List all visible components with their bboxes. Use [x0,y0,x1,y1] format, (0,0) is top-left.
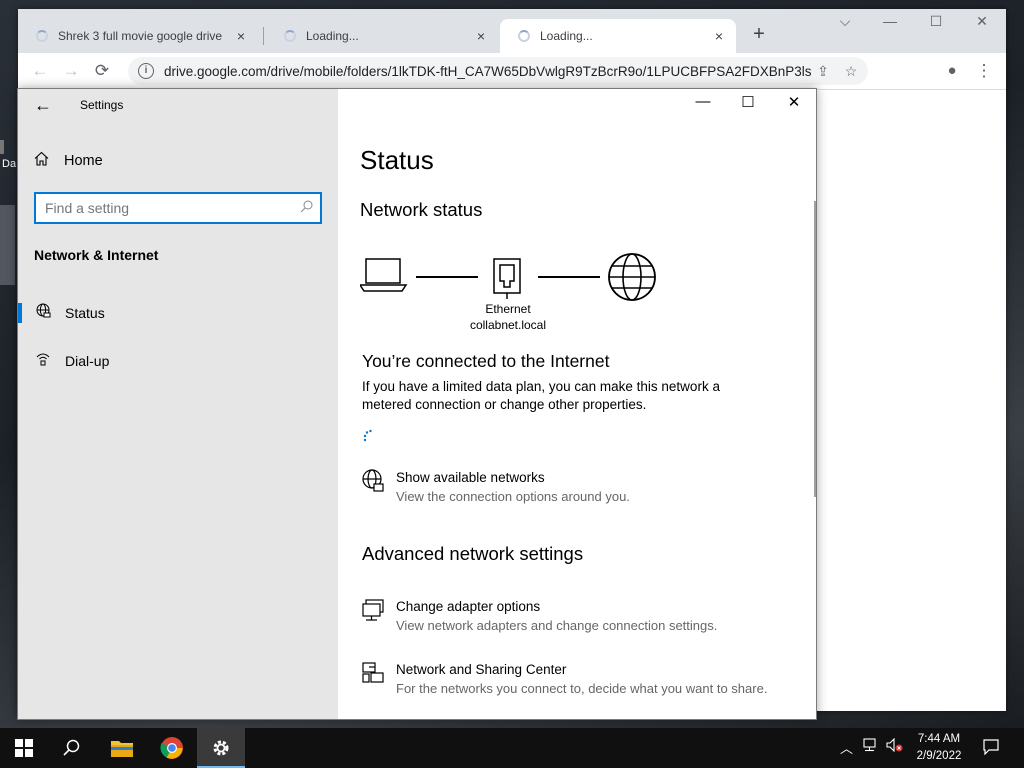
link-description: View the connection options around you. [396,489,630,504]
sidebar-item-label: Status [65,305,105,321]
sharing-center-icon [360,661,386,699]
chrome-maximize-button[interactable]: ☐ [916,13,956,30]
network-name: collabnet.local [469,318,547,332]
notification-center-icon[interactable] [983,739,999,758]
tab-shrek[interactable]: Shrek 3 full movie google drive × [18,19,258,53]
bookmark-star-icon[interactable]: ☆ [840,63,862,80]
link-description: For the networks you connect to, decide … [396,681,768,696]
link-title: Change adapter options [396,599,541,614]
change-adapter-options[interactable]: Change adapter options View network adap… [360,598,717,636]
share-icon[interactable]: ⇪ [812,63,834,80]
search-icon[interactable] [300,200,320,216]
gear-icon [213,740,229,756]
tab-title: Loading... [306,29,359,43]
home-icon [34,151,50,170]
home-label: Home [64,152,103,169]
sidebar-item-dialup[interactable]: Dial-up [18,341,338,381]
clock-time: 7:44 AM [917,733,961,745]
network-status-heading: Network status [360,199,483,220]
settings-search-box[interactable] [34,192,322,224]
dialup-icon [33,351,53,371]
taskbar: ︿ 7:44 AM 2/9/2022 [0,728,1024,768]
network-globe-icon [360,469,386,507]
connection-status-heading: You’re connected to the Internet [362,351,610,371]
network-tray-icon[interactable] [862,738,880,755]
profile-avatar-icon[interactable]: ● [940,59,964,83]
connection-description: If you have a limited data plan, you can… [362,379,720,412]
back-arrow-icon[interactable]: ← [34,95,52,116]
settings-window: ← Settings Home Network & Internet Statu… [17,88,817,720]
chrome-close-button[interactable]: ✕ [962,13,1002,30]
settings-content: — ☐ ✕ Status Network status Ethernet col… [338,89,816,719]
start-button[interactable] [0,728,48,768]
tab-close-icon[interactable]: × [710,28,728,44]
settings-taskbar-button[interactable] [197,728,245,768]
settings-close-button[interactable]: ✕ [774,93,814,111]
selection-indicator [18,303,22,323]
network-sharing-center[interactable]: Network and Sharing Center For the netwo… [360,661,767,699]
desktop-icon-strip [0,140,4,154]
adapter-name: Ethernet [485,302,531,316]
content-scrollbar[interactable] [814,201,816,497]
loading-spinner-icon [36,30,48,42]
search-input[interactable] [36,199,300,217]
loading-dots-icon [362,429,376,448]
settings-sidebar: ← Settings Home Network & Internet Statu… [18,89,338,719]
chrome-logo-icon [160,737,183,759]
sidebar-item-status[interactable]: Status [18,293,338,333]
tab-title: Shrek 3 full movie google drive [58,29,223,43]
site-info-icon[interactable]: i [138,63,154,79]
link-title: Network and Sharing Center [396,662,567,677]
chrome-minimize-button[interactable]: — [870,13,910,29]
advanced-settings-heading: Advanced network settings [362,543,584,564]
clock[interactable]: 7:44 AM 2/9/2022 [904,731,974,765]
url-text[interactable]: drive.google.com/drive/mobile/folders/1l… [164,64,812,79]
tab-strip: Shrek 3 full movie google drive × Loadin… [18,9,1006,53]
tab-close-icon[interactable]: × [472,28,490,44]
desktop-icon-label[interactable]: Da [2,158,16,170]
category-heading: Network & Internet [34,247,159,263]
windows-logo-icon [15,739,33,757]
link-description: View network adapters and change connect… [396,618,718,633]
tab-search-dropdown-icon[interactable]: ⌵ [825,13,865,30]
home-nav-item[interactable]: Home [34,151,103,170]
sidebar-item-label: Dial-up [65,353,110,369]
show-available-networks[interactable]: Show available networks View the connect… [360,469,630,507]
settings-minimize-button[interactable]: — [683,93,723,110]
file-explorer-button[interactable] [98,728,146,768]
desktop-icon-tile[interactable] [0,205,15,285]
reload-button[interactable]: ⟳ [90,59,114,83]
page-title: Status [360,145,434,175]
window-title: Settings [80,98,124,112]
new-tab-button[interactable]: + [748,23,770,46]
clock-date: 2/9/2022 [916,750,962,762]
laptop-icon [360,258,408,292]
address-bar[interactable]: i drive.google.com/drive/mobile/folders/… [128,57,868,85]
link-title: Show available networks [396,470,545,485]
taskbar-search-button[interactable] [48,728,96,768]
globe-icon [33,303,53,323]
network-adapter-icon [360,598,386,636]
tab-close-icon[interactable]: × [232,28,250,44]
folder-icon [111,741,133,757]
volume-muted-icon[interactable] [886,737,904,755]
network-adapter-label: Ethernet collabnet.local [458,301,558,333]
internet-globe-icon [608,253,656,301]
chrome-taskbar-button[interactable] [148,728,196,768]
chrome-toolbar: ← → ⟳ i drive.google.com/drive/mobile/fo… [18,53,1006,90]
tab-loading-2[interactable]: Loading... × [500,19,736,53]
back-button[interactable]: ← [28,59,52,83]
tab-divider [263,27,264,45]
settings-maximize-button[interactable]: ☐ [728,93,768,111]
tab-title: Loading... [540,29,593,43]
chrome-menu-icon[interactable]: ⋮ [972,59,996,83]
search-icon [63,739,80,756]
tab-loading-1[interactable]: Loading... × [266,19,498,53]
loading-spinner-icon [518,30,530,42]
show-hidden-icons-chevron-icon[interactable]: ︿ [840,738,853,757]
forward-button[interactable]: → [59,59,83,83]
ethernet-port-icon [493,258,521,299]
loading-spinner-icon [284,30,296,42]
